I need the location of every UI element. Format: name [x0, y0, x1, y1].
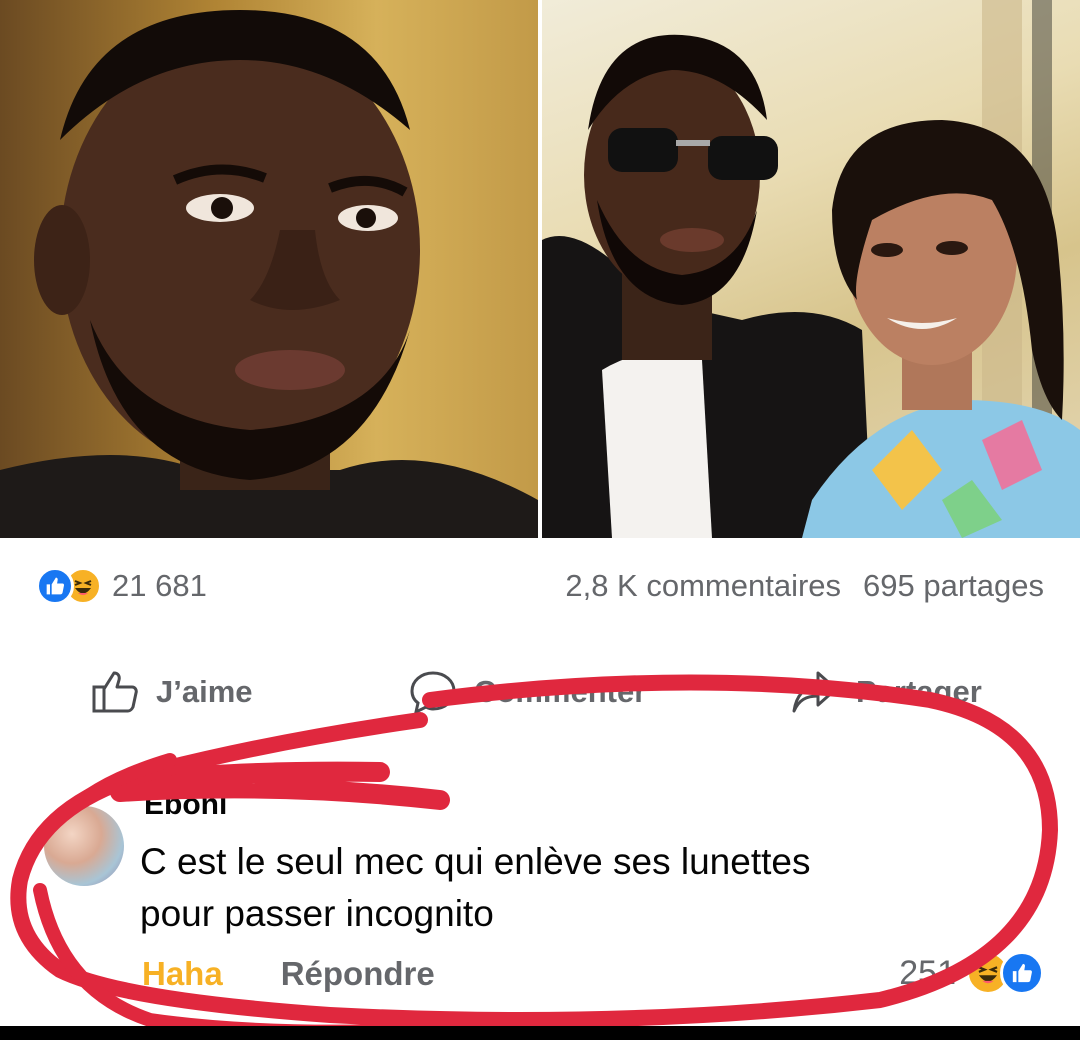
comment-meta: Haha Répondre [142, 950, 435, 998]
bottom-strip [0, 1026, 1080, 1040]
comment-text-line-1: C est le seul mec qui enlève ses lunette… [140, 841, 811, 882]
comment-reply-button[interactable]: Répondre [281, 955, 435, 993]
speech-bubble-icon [410, 671, 456, 715]
like-icon [36, 567, 74, 605]
commenter-avatar[interactable] [44, 806, 124, 886]
like-button[interactable]: J’aime [90, 660, 253, 724]
photo-left[interactable] [0, 0, 538, 538]
like-label: J’aime [156, 674, 253, 709]
share-label: Partager [856, 674, 982, 709]
comment-reaction-count: 251 [899, 953, 956, 992]
comment-haha-button[interactable]: Haha [142, 955, 223, 993]
comment-reactions[interactable]: 251 [899, 948, 1044, 998]
comment-text: C est le seul mec qui enlève ses lunette… [140, 836, 1000, 940]
comment: Eboni C est le seul mec qui enlève ses l… [0, 770, 1080, 1010]
post-stats: 21 681 2,8 K commentaires 695 partages [0, 560, 1080, 612]
share-arrow-icon [792, 671, 838, 713]
comments-count[interactable]: 2,8 K commentaires [565, 568, 841, 603]
couple-illustration [542, 0, 1080, 538]
portrait-illustration [0, 10, 538, 538]
stats-right: 2,8 K commentaires 695 partages [565, 568, 1044, 604]
thumbs-up-icon [92, 671, 138, 713]
comment-author[interactable]: Eboni [144, 788, 227, 822]
comment-text-line-2: pour passer incognito [140, 893, 494, 934]
reaction-count: 21 681 [112, 568, 207, 603]
comment-button[interactable]: Commenter [408, 660, 646, 724]
post-actions: J’aime Commenter Partager [0, 660, 1080, 724]
photo-right[interactable] [542, 0, 1080, 538]
share-button[interactable]: Partager [790, 660, 982, 724]
comment-label: Commenter [474, 674, 647, 709]
like-icon [1000, 951, 1044, 995]
post-photos [0, 0, 1080, 538]
shares-count[interactable]: 695 partages [863, 568, 1044, 603]
reactions-summary[interactable]: 21 681 [36, 566, 207, 606]
